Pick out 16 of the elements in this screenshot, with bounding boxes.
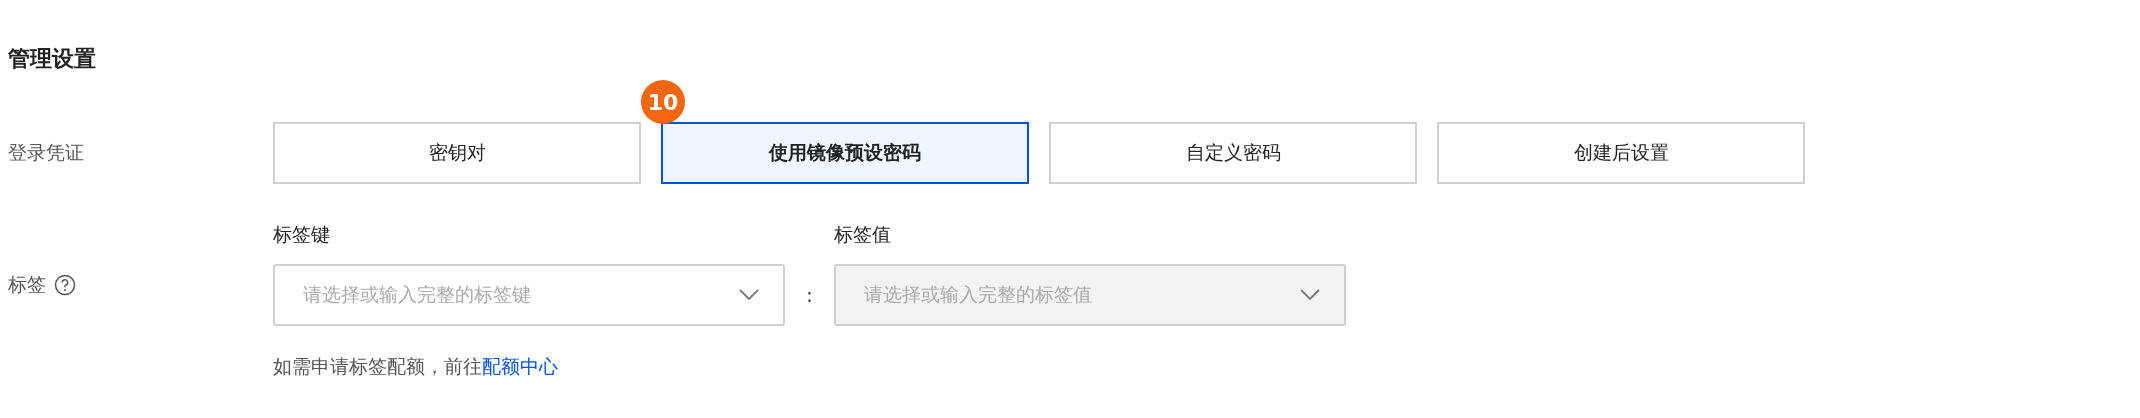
option-button[interactable]: 使用镜像预设密码 xyxy=(661,122,1029,184)
field-label: 标签键 xyxy=(273,222,331,247)
option-button[interactable]: 自定义密码 xyxy=(1049,122,1417,184)
option-button[interactable]: 创建后设置 xyxy=(1437,122,1805,184)
step-badge: 10 xyxy=(641,80,685,124)
chevron-down-icon xyxy=(1300,289,1320,301)
field-label: 标签 xyxy=(8,272,46,297)
section-title: 管理设置 xyxy=(8,45,97,73)
help-icon[interactable] xyxy=(54,274,76,296)
field-label: 标签值 xyxy=(834,222,892,247)
quota-link[interactable]: 配额中心 xyxy=(482,355,558,377)
option-button[interactable]: 密钥对 xyxy=(273,122,641,184)
hint-text: 如需申请标签配额，前往配额中心 xyxy=(273,354,559,379)
chevron-down-icon xyxy=(739,289,759,301)
separator: : xyxy=(805,283,814,308)
field-label: 登录凭证 xyxy=(8,140,84,165)
